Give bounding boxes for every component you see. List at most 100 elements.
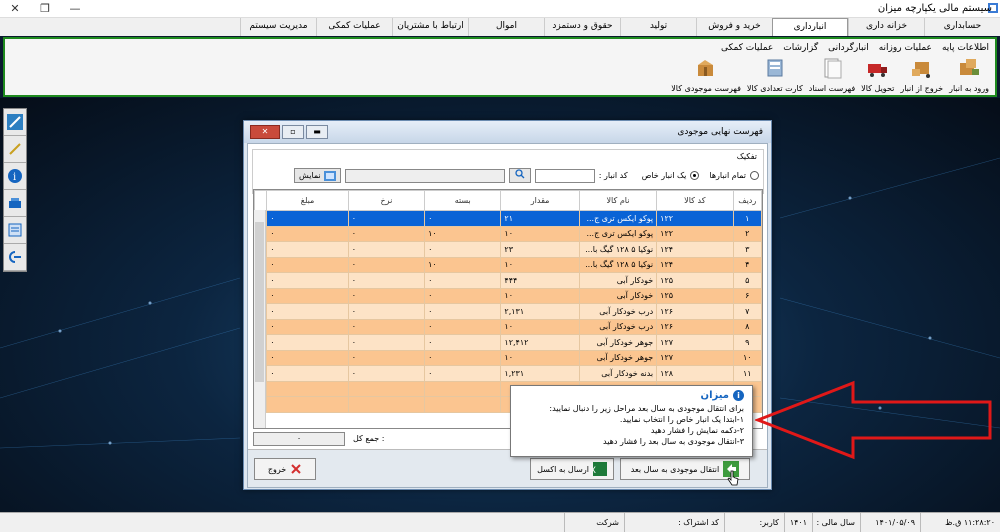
grid-cell[interactable]: ۰: [424, 365, 502, 382]
table-row[interactable]: ۱۱ ۱۲۸ بدنه خودکار آبی ۱,۲۳۱ ۰ ۰ ۰: [254, 365, 762, 382]
export-excel-button[interactable]: X ارسال به اکسل: [530, 458, 614, 480]
sidebar-button-info[interactable]: i: [4, 163, 26, 190]
col-item-name[interactable]: نام کالا: [578, 190, 658, 211]
dialog-minimize-icon[interactable]: ▬: [306, 125, 328, 139]
grid-cell[interactable]: ۳: [732, 241, 762, 258]
grid-cell[interactable]: پوکو ایکس تری ج...: [578, 225, 658, 242]
restore-icon[interactable]: ❐: [30, 0, 60, 18]
col-quantity[interactable]: مقدار: [500, 190, 580, 211]
grid-cell[interactable]: ۰: [347, 241, 426, 258]
grid-cell[interactable]: خودکار آبی: [578, 272, 658, 289]
grid-cell[interactable]: ۱۱: [732, 365, 762, 382]
table-row[interactable]: ۳ ۱۲۴ نوکیا ۵ ۱۲۸ گیگ با... ۲۳ ۰ ۰ ۰: [254, 241, 762, 258]
table-row[interactable]: ۹ ۱۲۷ جوهر خودکار آبی ۱۲,۴۱۲ ۰ ۰ ۰: [254, 334, 762, 351]
grid-cell[interactable]: بدنه خودکار آبی: [578, 365, 658, 382]
grid-cell[interactable]: ۱۰: [500, 287, 580, 304]
grid-cell[interactable]: ۰: [266, 272, 349, 289]
table-row[interactable]: ۴ ۱۲۴ نوکیا ۵ ۱۲۸ گیگ با... ۱۰ ۱۰ ۰ ۰: [254, 256, 762, 273]
grid-cell[interactable]: ۰: [266, 334, 349, 351]
sidebar-button-phone[interactable]: [4, 190, 26, 217]
table-row[interactable]: ۵ ۱۲۵ خودکار آبی ۴۴۴ ۰ ۰ ۰: [254, 272, 762, 289]
grid-cell[interactable]: ۰: [424, 349, 502, 366]
grid-cell[interactable]: [424, 380, 502, 397]
grid-cell[interactable]: ۴۴۴: [500, 272, 580, 289]
table-row[interactable]: ۸ ۱۲۶ درب خودکار آبی ۱۰ ۰ ۰ ۰: [254, 318, 762, 335]
grid-cell[interactable]: ۱۰: [500, 318, 580, 335]
sidebar-button-tools[interactable]: [4, 136, 26, 163]
tool-documents-list[interactable]: فهرست اسناد: [809, 57, 855, 93]
grid-cell[interactable]: ۰: [347, 287, 426, 304]
col-amount[interactable]: مبلغ: [266, 190, 349, 211]
grid-cell[interactable]: ۰: [347, 210, 426, 227]
ribbon-tab-base-info[interactable]: اطلاعات پایه: [942, 43, 989, 53]
ribbon-tab-helper-ops[interactable]: عملیات کمکی: [721, 43, 773, 53]
grid-cell[interactable]: ۰: [424, 272, 502, 289]
grid-cell[interactable]: ۰: [266, 256, 349, 273]
grid-cell[interactable]: ۱۰: [500, 256, 580, 273]
menu-assets[interactable]: اموال: [468, 18, 544, 36]
grid-cell[interactable]: ۰: [347, 256, 426, 273]
grid-cell[interactable]: ۶: [732, 287, 762, 304]
grid-cell[interactable]: ۱۰: [424, 256, 502, 273]
grid-cell[interactable]: پوکو ایکس تری ج...: [578, 210, 658, 227]
grid-cell[interactable]: ۱۲,۴۱۲: [500, 334, 580, 351]
grid-cell[interactable]: ۱۲۵: [656, 272, 734, 289]
grid-cell[interactable]: جوهر خودکار آبی: [578, 334, 658, 351]
show-button[interactable]: نمایش: [294, 168, 341, 183]
grid-cell[interactable]: ۰: [424, 210, 502, 227]
grid-cell[interactable]: ۰: [266, 241, 349, 258]
menu-production[interactable]: تولید: [620, 18, 696, 36]
grid-cell[interactable]: ۰: [266, 318, 349, 335]
grid-cell[interactable]: ۰: [347, 272, 426, 289]
sidebar-button-notes[interactable]: [4, 217, 26, 244]
grid-cell[interactable]: ۰: [424, 241, 502, 258]
menu-crm[interactable]: ارتباط با مشتریان: [392, 18, 468, 36]
grid-cell[interactable]: درب خودکار آبی: [578, 303, 658, 320]
grid-cell[interactable]: ۱۰: [732, 349, 762, 366]
sidebar-button-logout[interactable]: [4, 244, 26, 271]
col-rate[interactable]: نرخ: [347, 190, 426, 211]
grid-cell[interactable]: ۵: [732, 272, 762, 289]
menu-payroll[interactable]: حقوق و دستمزد: [544, 18, 620, 36]
grid-cell[interactable]: [266, 396, 349, 413]
grid-cell[interactable]: ۰: [347, 349, 426, 366]
ribbon-tab-daily-ops[interactable]: عملیات روزانه: [879, 43, 932, 53]
menu-warehouse[interactable]: انبارداری: [772, 18, 848, 36]
grid-cell[interactable]: ۹: [732, 334, 762, 351]
grid-cell[interactable]: ۸: [732, 318, 762, 335]
ribbon-tab-stocktaking[interactable]: انبارگردانی: [828, 43, 869, 53]
grid-cell[interactable]: ۰: [424, 318, 502, 335]
tool-warehouse-out[interactable]: خروج از انبار: [900, 57, 943, 93]
grid-cell[interactable]: [347, 380, 426, 397]
grid-cell[interactable]: ۱۲۶: [656, 318, 734, 335]
tool-item-count-card[interactable]: کارت تعدادی کالا: [747, 57, 803, 93]
radio-single-warehouse[interactable]: [690, 171, 700, 180]
grid-cell[interactable]: ۰: [266, 210, 349, 227]
dialog-restore-icon[interactable]: ▫: [282, 125, 304, 139]
grid-cell[interactable]: ۴: [732, 256, 762, 273]
grid-cell[interactable]: ۱۲۲: [656, 225, 734, 242]
grid-cell[interactable]: ۰: [347, 225, 426, 242]
menu-treasury[interactable]: خزانه داری: [848, 18, 924, 36]
grid-cell[interactable]: ۰: [424, 334, 502, 351]
grid-cell[interactable]: ۱۰: [500, 225, 580, 242]
tool-inventory-list[interactable]: فهرست موجودی کالا: [671, 57, 741, 93]
close-icon[interactable]: ✕: [0, 0, 30, 18]
grid-cell[interactable]: ۰: [424, 287, 502, 304]
grid-cell[interactable]: ۰: [266, 365, 349, 382]
grid-scrollbar[interactable]: [254, 210, 266, 428]
table-row[interactable]: ۲ ۱۲۲ پوکو ایکس تری ج... ۱۰ ۱۰ ۰ ۰: [254, 225, 762, 242]
grid-cell[interactable]: ۰: [266, 225, 349, 242]
ribbon-tab-reports[interactable]: گزارشات: [783, 43, 818, 53]
radio-all-warehouses[interactable]: [750, 171, 759, 180]
dialog-close-icon[interactable]: ✕: [250, 125, 280, 139]
tool-deliver-goods[interactable]: تحویل کالا: [861, 57, 894, 93]
exit-button[interactable]: خروج: [254, 458, 316, 480]
grid-cell[interactable]: ۷: [732, 303, 762, 320]
grid-cell[interactable]: [266, 380, 349, 397]
grid-cell[interactable]: ۰: [424, 303, 502, 320]
col-item-code[interactable]: کد کالا: [656, 190, 734, 211]
table-row[interactable]: ۱۰ ۱۲۷ جوهر خودکار آبی ۱۰ ۰ ۰ ۰: [254, 349, 762, 366]
grid-cell[interactable]: ۰: [266, 303, 349, 320]
grid-cell[interactable]: ۰: [347, 303, 426, 320]
